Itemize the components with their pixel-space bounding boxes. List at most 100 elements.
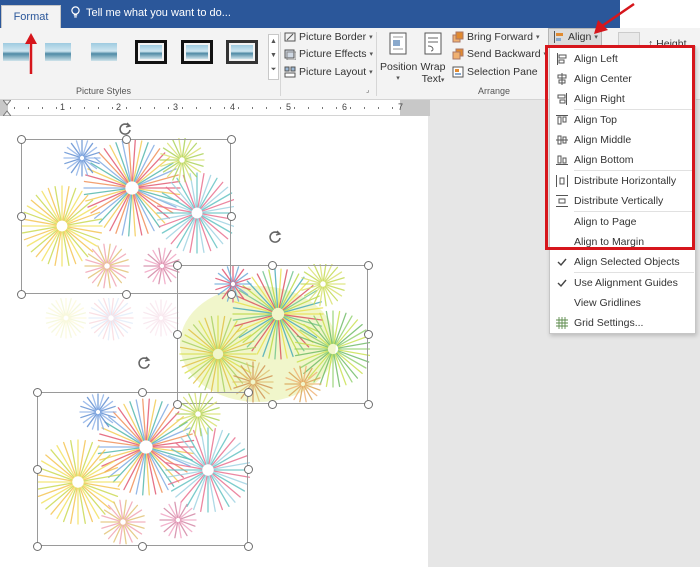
resize-handle[interactable]	[172, 399, 182, 409]
picture-layout-button[interactable]: Picture Layout ▾	[284, 66, 373, 78]
picture-style-thumb[interactable]	[88, 40, 120, 64]
resize-handle[interactable]	[226, 134, 236, 144]
picture-effects-button[interactable]: Picture Effects ▾	[284, 48, 373, 60]
picture-frame[interactable]	[177, 265, 368, 404]
selection-pane-button[interactable]: Selection Pane	[452, 66, 538, 78]
resize-handle[interactable]	[16, 212, 26, 221]
dialog-launcher-icon[interactable]: ⌟	[366, 86, 369, 94]
picture-style-thumb[interactable]	[181, 40, 213, 64]
ruler-number: 2	[116, 102, 122, 112]
resize-handle[interactable]	[226, 212, 236, 221]
resize-handle[interactable]	[172, 260, 182, 270]
rotate-handle-icon[interactable]	[136, 355, 152, 371]
picture-border-button[interactable]: Picture Border ▾	[284, 31, 373, 43]
group-divider	[280, 32, 281, 96]
resize-handle[interactable]	[226, 289, 236, 299]
ruler-tick	[364, 107, 365, 109]
tell-me-label: Tell me what you want to do...	[86, 6, 231, 19]
picture-style-thumb[interactable]	[135, 40, 167, 64]
send-backward-icon	[452, 48, 464, 60]
menu-item-use-alignment-guides[interactable]: Use Alignment Guides	[550, 273, 695, 293]
resize-handle[interactable]	[138, 387, 147, 397]
resize-handle[interactable]	[32, 541, 42, 551]
align-middle-icon	[556, 135, 568, 145]
horizontal-ruler[interactable]: 1 2 3 4 5 6 7	[0, 100, 430, 116]
red-arrow-annotation-icon	[594, 2, 635, 34]
resize-handle[interactable]	[363, 330, 373, 339]
menu-item-grid-settings[interactable]: Grid Settings...	[550, 313, 695, 333]
ruler-tick	[56, 107, 57, 109]
wrap-text-icon	[424, 32, 442, 55]
tell-me-search[interactable]: Tell me what you want to do...	[70, 6, 231, 19]
resize-handle[interactable]	[268, 399, 277, 409]
resize-handle[interactable]	[172, 330, 182, 339]
align-dropdown-menu: Align Left Align Center Align Right Alig…	[549, 46, 696, 334]
resize-handle[interactable]	[363, 260, 373, 270]
menu-item-view-gridlines[interactable]: View Gridlines	[550, 293, 695, 313]
ruler-tick	[182, 107, 183, 109]
resize-handle[interactable]	[243, 464, 253, 474]
bring-forward-icon	[452, 31, 464, 43]
ruler-number: 1	[60, 102, 66, 112]
ruler-tick	[196, 107, 197, 109]
menu-item-distribute-vertically[interactable]: Distribute Vertically	[550, 191, 695, 211]
ruler-tick	[336, 107, 337, 109]
position-icon	[389, 32, 407, 55]
selection-pane-icon	[452, 66, 464, 78]
menu-item-align-to-page[interactable]: Align to Page	[550, 212, 695, 232]
picture-styles-scroll[interactable]: ▲ ▼ ⏷	[268, 34, 279, 80]
send-backward-button[interactable]: Send Backward ▾	[452, 48, 547, 60]
resize-handle[interactable]	[243, 387, 253, 397]
ruler-tick	[322, 107, 323, 109]
menu-item-align-to-margin[interactable]: Align to Margin	[550, 232, 695, 252]
resize-handle[interactable]	[138, 541, 147, 551]
rotate-handle-icon[interactable]	[117, 121, 133, 137]
menu-item-align-center[interactable]: Align Center	[550, 69, 695, 89]
checkmark-icon	[557, 279, 567, 288]
menu-item-distribute-horizontally[interactable]: Distribute Horizontally	[550, 171, 695, 191]
menu-item-align-top[interactable]: Align Top	[550, 110, 695, 130]
align-right-icon	[557, 93, 567, 105]
ruler-tick	[84, 107, 85, 109]
wrap-text-button[interactable]: Wrap Text▾	[418, 32, 448, 87]
ruler-tick	[14, 107, 15, 109]
resize-handle[interactable]	[268, 260, 277, 270]
red-arrow-annotation-icon	[25, 33, 37, 74]
menu-item-align-selected-objects[interactable]: Align Selected Objects	[550, 252, 695, 272]
ruler-tick	[280, 107, 281, 109]
reflection-effect	[45, 298, 180, 341]
arrange-group-label: Arrange	[478, 86, 511, 96]
align-center-icon	[557, 73, 567, 85]
menu-item-align-middle[interactable]: Align Middle	[550, 130, 695, 150]
ruler-tick	[238, 107, 239, 109]
ruler-number: 4	[230, 102, 236, 112]
ruler-tick	[210, 107, 211, 109]
rotate-handle-icon[interactable]	[267, 229, 283, 245]
resize-handle[interactable]	[32, 387, 42, 397]
picture-style-thumb[interactable]	[42, 40, 74, 64]
align-bottom-icon	[556, 155, 568, 165]
bring-forward-button[interactable]: Bring Forward ▾	[452, 31, 539, 43]
ruler-tick	[252, 107, 253, 109]
position-button[interactable]: Position ▾	[380, 32, 417, 85]
resize-handle[interactable]	[243, 541, 253, 551]
lightbulb-icon	[71, 6, 80, 18]
ruler-tick	[70, 107, 71, 109]
ruler-number: 7	[398, 102, 404, 112]
resize-handle[interactable]	[363, 399, 373, 409]
indent-marker-icon[interactable]	[3, 100, 11, 116]
resize-handle[interactable]	[121, 289, 131, 299]
menu-item-align-right[interactable]: Align Right	[550, 89, 695, 109]
menu-item-align-bottom[interactable]: Align Bottom	[550, 150, 695, 170]
ruler-number: 3	[173, 102, 179, 112]
picture-styles-group-label: Picture Styles	[76, 86, 132, 96]
resize-handle[interactable]	[16, 134, 26, 144]
ruler-tick	[140, 107, 141, 109]
picture-style-thumb[interactable]	[226, 40, 258, 64]
resize-handle[interactable]	[32, 464, 42, 474]
menu-item-align-left[interactable]: Align Left	[550, 49, 695, 69]
tab-format[interactable]: Format	[1, 5, 61, 28]
picture-frame[interactable]	[37, 392, 248, 546]
document-background	[428, 116, 550, 567]
resize-handle[interactable]	[16, 289, 26, 299]
